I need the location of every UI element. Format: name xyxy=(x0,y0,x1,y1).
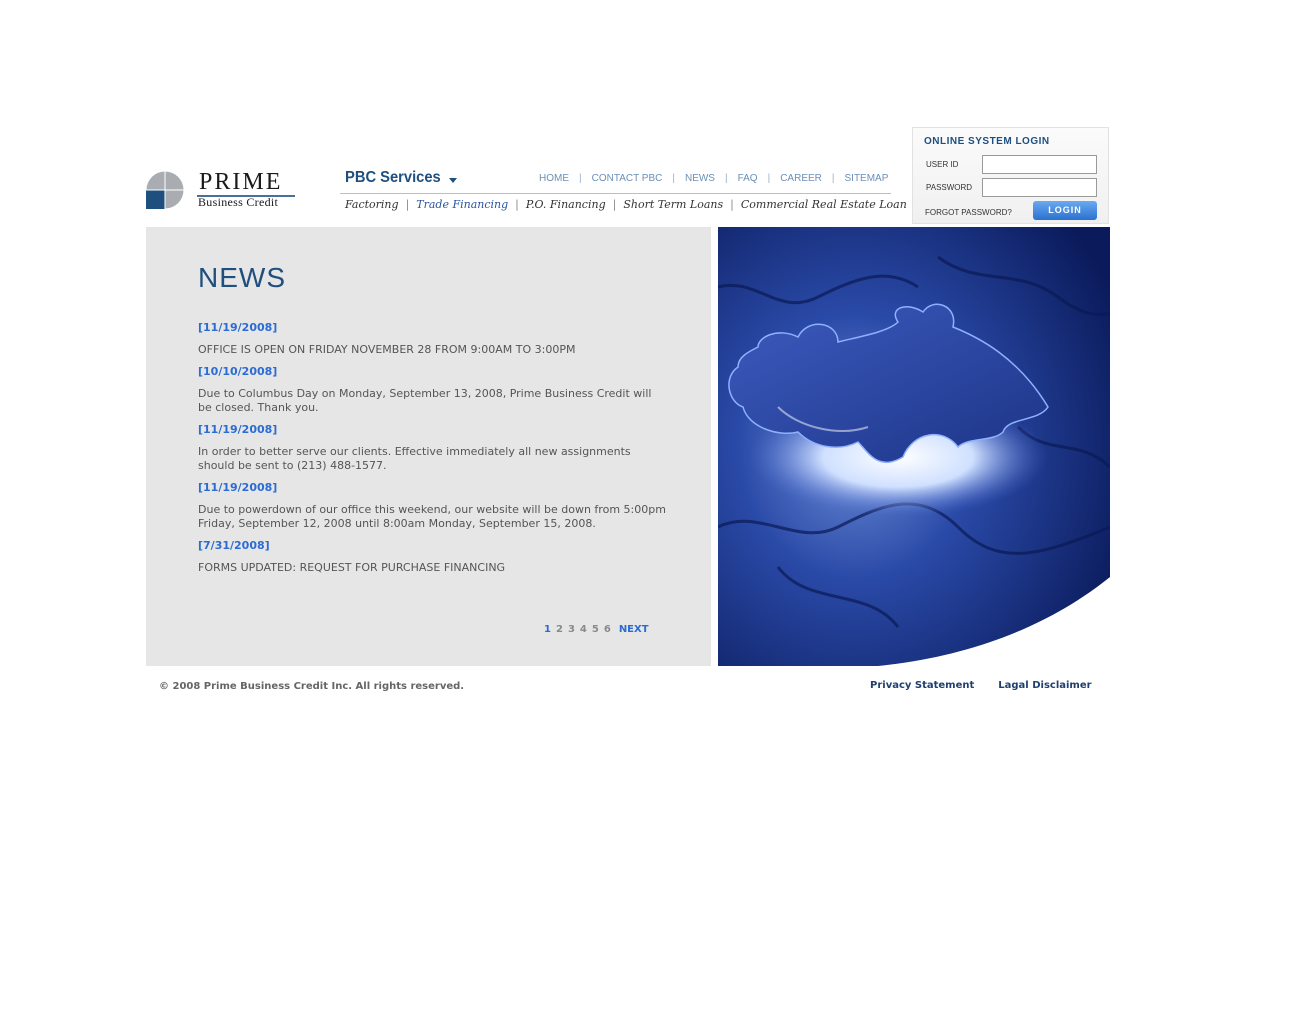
news-date[interactable]: [11/19/2008] xyxy=(198,481,668,495)
nav-divider xyxy=(340,193,891,194)
privacy-statement-link[interactable]: Privacy Statement xyxy=(870,680,974,691)
page-link-2[interactable]: 2 xyxy=(556,624,563,635)
news-item: [7/31/2008] FORMS UPDATED: REQUEST FOR P… xyxy=(198,539,668,575)
password-label: PASSWORD xyxy=(926,183,973,192)
service-nav: Factoring | Trade Financing | P.O. Finan… xyxy=(340,198,912,211)
service-short-term-loans[interactable]: Short Term Loans xyxy=(618,198,728,211)
news-text: Due to powerdown of our office this week… xyxy=(198,503,666,530)
service-trade-financing[interactable]: Trade Financing xyxy=(411,198,513,211)
puzzle-image xyxy=(718,227,1110,666)
logo-name: PRIME xyxy=(199,169,283,195)
userid-input[interactable] xyxy=(982,155,1097,174)
news-date[interactable]: [10/10/2008] xyxy=(198,365,668,379)
news-list: [11/19/2008] OFFICE IS OPEN ON FRIDAY NO… xyxy=(198,321,668,583)
service-po-financing[interactable]: P.O. Financing xyxy=(521,198,611,211)
nav-separator: | xyxy=(579,173,582,184)
page-link-5[interactable]: 5 xyxy=(592,624,599,635)
nav-career[interactable]: CAREER xyxy=(774,173,828,184)
logo[interactable]: PRIME Business Credit xyxy=(146,169,306,211)
password-input[interactable] xyxy=(982,178,1097,197)
logo-subtitle: Business Credit xyxy=(198,195,279,209)
login-button[interactable]: LOGIN xyxy=(1033,201,1097,220)
legal-disclaimer-link[interactable]: Lagal Disclaimer xyxy=(998,680,1091,691)
page-link-1[interactable]: 1 xyxy=(544,624,551,635)
nav-separator: | xyxy=(730,198,734,211)
news-item: [11/19/2008] Due to powerdown of our off… xyxy=(198,481,668,531)
news-date[interactable]: [11/19/2008] xyxy=(198,423,668,437)
chevron-down-icon[interactable] xyxy=(449,178,457,183)
nav-contact-pbc[interactable]: CONTACT PBC xyxy=(586,173,669,184)
nav-home[interactable]: HOME xyxy=(533,173,575,184)
news-text: In order to better serve our clients. Ef… xyxy=(198,445,631,472)
page-link-6[interactable]: 6 xyxy=(604,624,611,635)
nav-separator: | xyxy=(672,173,675,184)
page-link-3[interactable]: 3 xyxy=(568,624,575,635)
next-page-link[interactable]: NEXT xyxy=(619,624,649,635)
news-text: Due to Columbus Day on Monday, September… xyxy=(198,387,652,414)
pagination: 1 2 3 4 5 6 NEXT xyxy=(544,624,649,635)
news-item: [11/19/2008] In order to better serve ou… xyxy=(198,423,668,473)
top-nav: HOME | CONTACT PBC | NEWS | FAQ | CAREER… xyxy=(533,173,894,184)
copyright-text: © 2008 Prime Business Credit Inc. All ri… xyxy=(159,681,465,692)
nav-separator: | xyxy=(515,198,519,211)
news-date[interactable]: [11/19/2008] xyxy=(198,321,668,335)
pbc-services-menu[interactable]: PBC Services xyxy=(345,169,441,187)
login-title: ONLINE SYSTEM LOGIN xyxy=(924,136,1050,147)
news-text: OFFICE IS OPEN ON FRIDAY NOVEMBER 28 FRO… xyxy=(198,343,576,356)
nav-separator: | xyxy=(724,173,728,184)
nav-sitemap[interactable]: SITEMAP xyxy=(839,173,895,184)
nav-news[interactable]: NEWS xyxy=(679,173,721,184)
page-title: NEWS xyxy=(198,262,286,293)
page-link-4[interactable]: 4 xyxy=(580,624,587,635)
news-date[interactable]: [7/31/2008] xyxy=(198,539,668,553)
news-item: [11/19/2008] OFFICE IS OPEN ON FRIDAY NO… xyxy=(198,321,668,357)
service-commercial-real-estate-loan[interactable]: Commercial Real Estate Loan xyxy=(736,198,912,211)
footer-links: Privacy Statement Lagal Disclaimer xyxy=(870,680,1092,691)
login-panel: ONLINE SYSTEM LOGIN USER ID PASSWORD FOR… xyxy=(912,127,1109,224)
news-item: [10/10/2008] Due to Columbus Day on Mond… xyxy=(198,365,668,415)
service-factoring[interactable]: Factoring xyxy=(340,198,404,211)
nav-separator: | xyxy=(767,173,771,184)
userid-label: USER ID xyxy=(926,160,959,169)
nav-faq[interactable]: FAQ xyxy=(732,173,764,184)
nav-separator: | xyxy=(831,173,835,184)
nav-separator: | xyxy=(612,198,617,211)
forgot-password-link[interactable]: FORGOT PASSWORD? xyxy=(925,208,1012,217)
news-text: FORMS UPDATED: REQUEST FOR PURCHASE FINA… xyxy=(198,561,506,574)
nav-separator: | xyxy=(405,198,410,211)
logo-mark-icon xyxy=(146,171,184,209)
news-panel: NEWS [11/19/2008] OFFICE IS OPEN ON FRID… xyxy=(146,227,711,666)
